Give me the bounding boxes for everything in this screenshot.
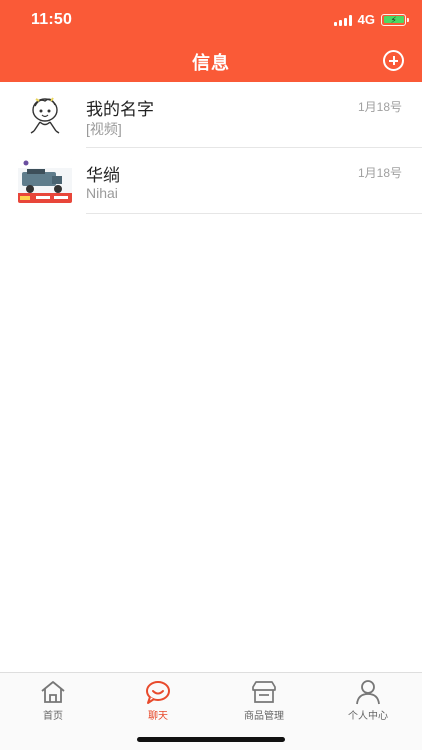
tab-label: 商品管理	[244, 711, 284, 722]
tab-label: 首页	[43, 711, 63, 722]
avatar	[18, 159, 72, 203]
tab-label: 聊天	[148, 711, 168, 722]
tab-home[interactable]: 首页	[13, 679, 93, 722]
user-icon	[356, 680, 380, 705]
status-indicators: 4G ⚡	[333, 12, 409, 27]
network-type: 4G	[357, 12, 375, 27]
chat-icon	[146, 681, 170, 704]
tab-bar: 首页 聊天 商品管理 个人中心	[0, 672, 422, 750]
conversation-list: 我的名字 [视频] 1月18号 华绱 Nihai 1月18号	[0, 82, 422, 214]
home-icon	[41, 681, 65, 703]
conversation-name: 华绱	[86, 166, 120, 185]
screen: 11:50 4G ⚡ 信息 我的名字 [视频] 1月18号 华绱 Nihai 1…	[0, 0, 422, 750]
top-bar: 11:50 4G ⚡ 信息	[0, 0, 422, 82]
conversation-item[interactable]: 我的名字 [视频] 1月18号	[0, 82, 422, 148]
signal-icon	[333, 14, 352, 26]
conversation-preview: Nihai	[86, 185, 118, 201]
tab-profile[interactable]: 个人中心	[328, 679, 408, 722]
conversation-item[interactable]: 华绱 Nihai 1月18号	[0, 148, 422, 214]
store-icon	[252, 681, 276, 703]
tab-label: 个人中心	[348, 711, 388, 722]
conversation-date: 1月18号	[357, 166, 402, 180]
conversation-date: 1月18号	[357, 100, 402, 114]
conversation-name: 我的名字	[86, 100, 154, 119]
home-indicator	[137, 737, 285, 742]
plus-circle-icon[interactable]	[383, 50, 404, 71]
conversation-body: 华绱 Nihai 1月18号	[86, 148, 422, 214]
tab-products[interactable]: 商品管理	[224, 679, 304, 722]
status-time: 11:50	[31, 11, 73, 28]
conversation-preview: [视频]	[86, 121, 122, 137]
page-title: 信息	[192, 53, 230, 73]
battery-icon: ⚡	[381, 13, 409, 26]
avatar	[18, 93, 72, 137]
tab-chat[interactable]: 聊天	[118, 679, 198, 722]
conversation-body: 我的名字 [视频] 1月18号	[86, 82, 422, 148]
